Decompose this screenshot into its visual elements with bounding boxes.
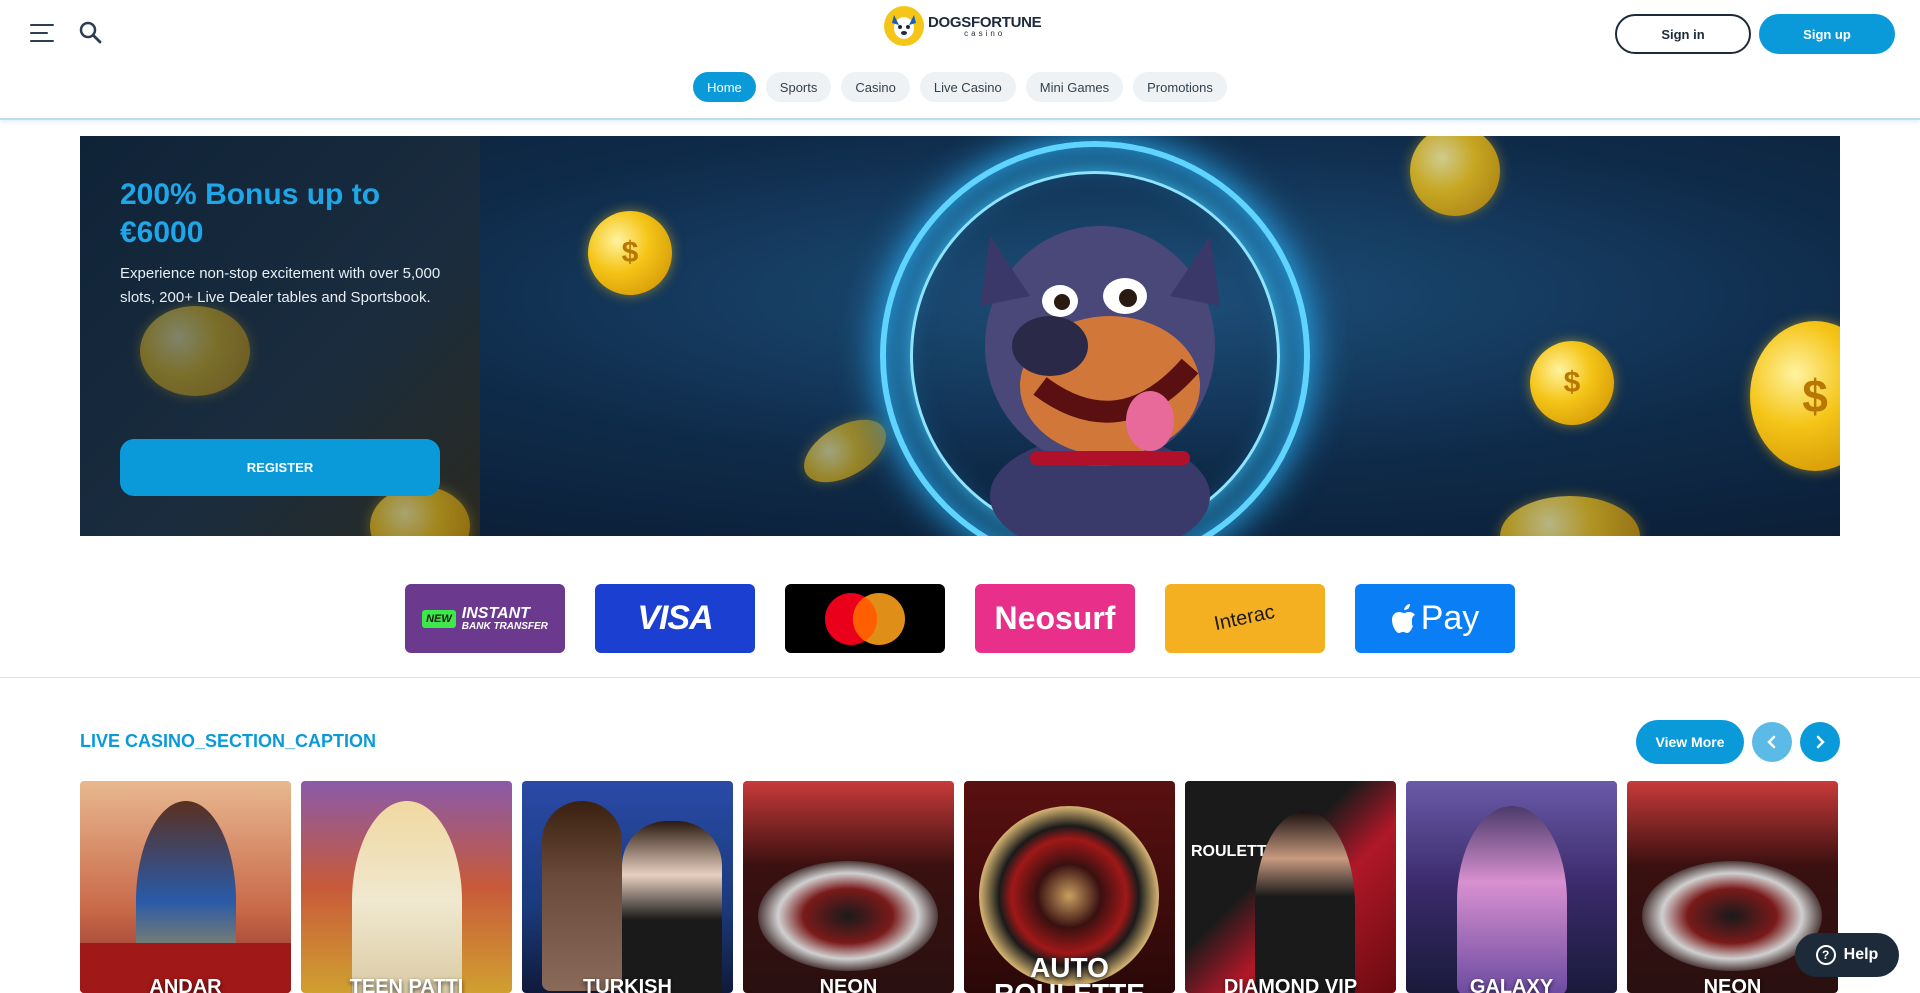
payment-interac: Interac	[1165, 584, 1325, 653]
chevron-left-icon	[1767, 735, 1776, 749]
nav-sports[interactable]: Sports	[765, 72, 832, 102]
game-title: ANDAR	[149, 976, 222, 993]
payment-neosurf: Neosurf	[975, 584, 1135, 653]
dog-mascot-image	[960, 196, 1240, 536]
coin-decoration: $	[1530, 341, 1614, 425]
game-title: TURKISH	[583, 976, 672, 993]
game-tile-turkish[interactable]: TURKISH	[522, 781, 733, 993]
hamburger-menu-icon[interactable]	[30, 20, 56, 46]
dealer-image	[351, 801, 462, 993]
game-tile-teen-patti[interactable]: TEEN PATTI	[301, 781, 512, 993]
game-tile-andar[interactable]: ANDAR	[80, 781, 291, 993]
coin-decoration: $	[588, 211, 672, 295]
dog-logo-icon	[884, 6, 924, 46]
logo-wordmark: DOGSFORTUNE	[928, 13, 1042, 31]
new-badge: NEW	[422, 609, 456, 628]
payment-mastercard	[785, 584, 945, 653]
live-casino-caption: LIVE CASINO_SECTION_CAPTION	[80, 731, 377, 751]
payment-visa: VISA	[595, 584, 755, 653]
nav-casino[interactable]: Casino	[841, 72, 910, 102]
nav-mini-games[interactable]: Mini Games	[1025, 72, 1124, 102]
dealer-image	[542, 801, 622, 991]
payment-methods: NEW INSTANT BANK TRANSFER VISA Neosurf I…	[405, 584, 1515, 653]
dealer-image	[622, 821, 722, 993]
live-casino-carousel: ANDAR TEEN PATTI TURKISH NEON AUTO ROULE…	[80, 781, 1838, 993]
nav-live-casino[interactable]: Live Casino	[919, 72, 1016, 102]
coin-decoration	[1500, 496, 1640, 536]
game-title: GALAXY	[1469, 976, 1554, 993]
game-title: AUTO ROULETTE	[994, 952, 1145, 993]
hero-description: Experience non-stop excitement with over…	[120, 265, 441, 306]
game-title: DIAMOND VIP	[1223, 976, 1358, 993]
site-logo[interactable]: DOGSFORTUNE casino	[884, 6, 1042, 46]
search-icon[interactable]	[78, 20, 104, 46]
interac-label: Interac	[1212, 600, 1278, 636]
top-bar: DOGSFORTUNE casino Sign in Sign up Home …	[0, 0, 1920, 120]
game-title: TEEN PATTI	[349, 976, 464, 993]
dealer-image	[1456, 806, 1567, 993]
payment-apple-pay: Pay	[1355, 584, 1515, 653]
logo-subtitle: casino	[964, 28, 1006, 38]
dealer-image	[1255, 811, 1355, 993]
game-tile-neon[interactable]: NEON	[743, 781, 954, 993]
coin-decoration	[793, 406, 897, 496]
hero-promo-panel: 200% Bonus up to €6000 Experience non-st…	[80, 136, 480, 536]
game-tile-galaxy[interactable]: GALAXY	[1406, 781, 1617, 993]
bank-transfer-label: BANK TRANSFER	[461, 620, 548, 632]
mastercard-icon	[825, 592, 905, 645]
help-icon: ?	[1815, 945, 1836, 965]
sign-up-button[interactable]: Sign up	[1759, 14, 1895, 54]
apple-icon	[1391, 603, 1415, 633]
hero-title: 200% Bonus up to €6000	[120, 178, 381, 249]
hero-banner[interactable]: $ $ $ 200% Bonus up to €6000 Experience …	[80, 136, 1840, 536]
chevron-right-icon	[1816, 735, 1825, 749]
nav-home[interactable]: Home	[693, 72, 756, 102]
nav-promotions[interactable]: Promotions	[1133, 72, 1227, 102]
apple-pay-label: Pay	[1420, 599, 1480, 637]
coin-decoration	[1410, 136, 1500, 216]
carousel-next-button[interactable]	[1800, 722, 1840, 762]
game-title: NEON	[1703, 976, 1762, 993]
help-button[interactable]: ? Help	[1795, 933, 1899, 977]
payment-instant-bank-transfer: NEW INSTANT BANK TRANSFER	[405, 584, 565, 653]
help-label: Help	[1843, 946, 1879, 963]
section-divider	[0, 677, 1920, 678]
game-title: NEON	[819, 976, 878, 993]
roulette-wheel-image	[758, 861, 938, 971]
coin-decoration: $	[1750, 321, 1840, 471]
sign-in-button[interactable]: Sign in	[1615, 14, 1751, 54]
main-nav: Home Sports Casino Live Casino Mini Game…	[0, 72, 1920, 102]
view-more-button[interactable]: View More	[1636, 720, 1744, 764]
coin-decoration	[140, 306, 250, 396]
register-button[interactable]: REGISTER	[120, 439, 440, 496]
instant-label: INSTANT	[461, 604, 530, 622]
game-tile-auto-roulette[interactable]: AUTO ROULETTE	[964, 781, 1175, 993]
game-tile-diamond-vip[interactable]: ROULETTE DIAMOND VIP	[1185, 781, 1396, 993]
carousel-prev-button[interactable]	[1752, 722, 1792, 762]
